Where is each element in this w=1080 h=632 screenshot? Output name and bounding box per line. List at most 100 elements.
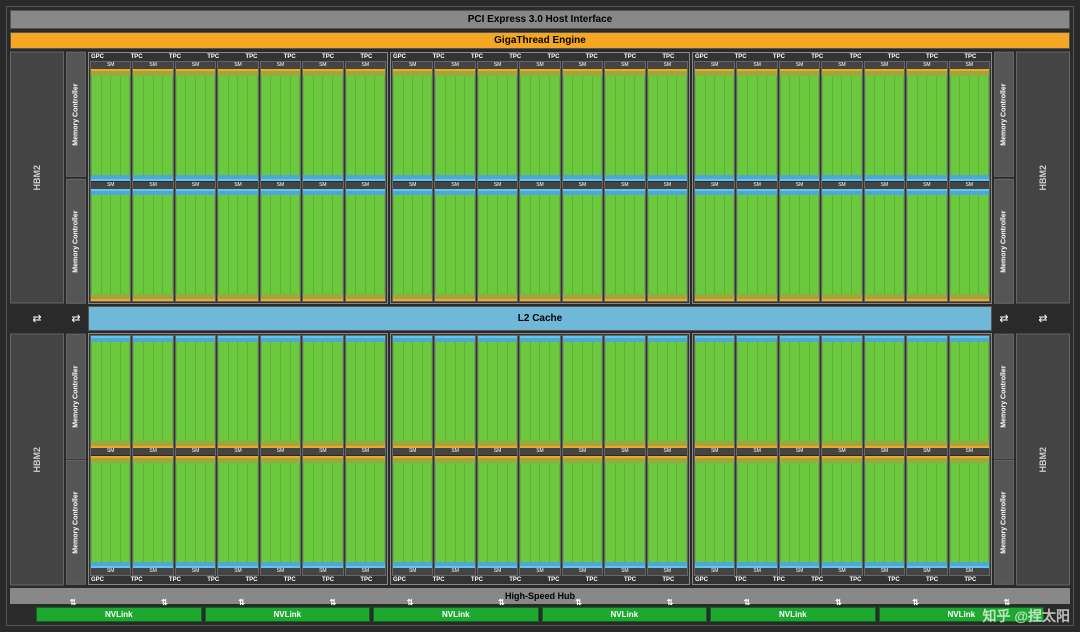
tpc-block: SMSM — [302, 335, 343, 576]
sm-cores — [865, 456, 904, 568]
sm-label: SM — [865, 568, 904, 575]
sm-block: SM — [737, 182, 776, 301]
sm-block: SM — [133, 62, 172, 181]
tpc-label: TPC — [611, 577, 648, 583]
sm-cores — [303, 69, 342, 181]
sm-label: SM — [865, 448, 904, 455]
tpc-block: SM SM — [864, 335, 905, 576]
memory-controller: Memory Controller — [66, 334, 86, 459]
sm-cores — [695, 69, 734, 181]
gpc-label: GPC — [393, 54, 419, 60]
sm-block: SM — [303, 62, 342, 181]
sm-block: SM — [865, 182, 904, 301]
sm-label: SM — [780, 62, 819, 69]
sm-block: SM — [695, 62, 734, 181]
sm-label: SM — [950, 448, 989, 455]
gpc-block: GPCTPCTPCTPCTPCTPCTPCTPCSMSMSMSMSMSMSMSM… — [390, 333, 690, 585]
sm-cores — [303, 456, 342, 568]
sm-label: SM — [435, 568, 474, 575]
tpc-block: SMSM — [217, 61, 258, 302]
gpc-block: GPCTPCTPCTPCTPCTPCTPCTPCSMSMSMSMSMSMSMSM… — [88, 52, 388, 304]
hbm-col-left: HBM2 ⇄ HBM2 — [10, 52, 64, 585]
sm-block: SM — [780, 62, 819, 181]
sm-label: SM — [435, 62, 474, 69]
arrow-icon: ⇄ — [71, 312, 80, 325]
tpc-label: TPC — [573, 54, 610, 60]
sm-block: SM — [520, 456, 559, 575]
sm-cores — [950, 189, 989, 301]
sm-block: SM — [393, 62, 432, 181]
sm-label: SM — [261, 182, 300, 189]
tpc-label: TPC — [309, 54, 346, 60]
tpc-block: SMSM — [434, 335, 475, 576]
sm-block: SM — [261, 456, 300, 575]
tpc-label: TPC — [233, 54, 270, 60]
interconnect-arrows: ⇄ — [994, 306, 1014, 332]
sm-cores — [435, 336, 474, 448]
sm-block: SM — [478, 456, 517, 575]
tpc-block: SMSM — [562, 335, 603, 576]
sm-block: SM — [563, 62, 602, 181]
sm-block: SM — [346, 456, 385, 575]
gpc-row: GPCTPCTPCTPCTPCTPCTPCTPCSMSMSMSMSMSMSMSM… — [88, 52, 992, 304]
sm-cores — [393, 189, 432, 301]
sm-block: SM — [218, 336, 257, 455]
tpc-label: TPC — [535, 577, 572, 583]
tpc-label: TPC — [420, 577, 457, 583]
sm-label: SM — [695, 62, 734, 69]
sm-block: SM — [133, 336, 172, 455]
sm-label: SM — [478, 62, 517, 69]
sm-label: SM — [737, 182, 776, 189]
memory-controller: Memory Controller — [66, 52, 86, 177]
sm-label: SM — [822, 448, 861, 455]
sm-block: SM — [520, 182, 559, 301]
nvlink-block: NVLink — [373, 607, 539, 622]
sm-label: SM — [91, 448, 130, 455]
sm-cores — [605, 189, 644, 301]
sm-block: SM — [393, 336, 432, 455]
tpc-label: TPC — [309, 577, 346, 583]
l2-cache: L2 Cache — [88, 306, 992, 331]
sm-label: SM — [648, 62, 687, 69]
sm-cores — [346, 456, 385, 568]
tpc-row: SMSMSMSMSMSMSMSMSMSMSMSMSMSM — [694, 61, 990, 302]
sm-label: SM — [520, 448, 559, 455]
sm-cores — [435, 189, 474, 301]
sm-cores — [346, 336, 385, 448]
sm-block: SM — [346, 182, 385, 301]
sm-label: SM — [393, 448, 432, 455]
tpc-block: SMSM — [392, 335, 433, 576]
sm-label: SM — [218, 568, 257, 575]
sm-block: SM — [393, 456, 432, 575]
sm-cores — [393, 69, 432, 181]
tpc-row: SMSMSMSMSMSMSMSMSMSMSMSMSMSM — [392, 335, 688, 576]
sm-cores — [218, 189, 257, 301]
sm-label: SM — [393, 62, 432, 69]
sm-label: SM — [520, 62, 559, 69]
sm-block: SM — [737, 62, 776, 181]
arrow-icon: ⇄ — [32, 312, 41, 325]
tpc-label: TPC — [722, 54, 759, 60]
sm-label: SM — [303, 182, 342, 189]
sm-cores — [478, 189, 517, 301]
sm-label: SM — [780, 568, 819, 575]
tpc-block: SMSM — [949, 61, 990, 302]
sm-cores — [695, 189, 734, 301]
sm-cores — [695, 336, 734, 448]
sm-cores — [261, 69, 300, 181]
arrow-icon: ⇄ — [1038, 312, 1047, 325]
interconnect-arrows: ⇄ — [10, 306, 64, 332]
sm-cores — [261, 456, 300, 568]
sm-label: SM — [605, 62, 644, 69]
gpc-block: GPCTPCTPCTPCTPCTPCTPCTPCSMSMSMSMSMSMSMSM… — [692, 333, 992, 585]
tpc-label: TPC — [156, 577, 193, 583]
tpc-row: SMSMSMSMSMSMSMSMSMSMSMSMSMSM — [392, 61, 688, 302]
sm-label: SM — [737, 62, 776, 69]
sm-cores — [737, 189, 776, 301]
sm-block: SM — [393, 182, 432, 301]
sm-block: SM — [435, 182, 474, 301]
tpc-block: SMSM — [821, 61, 862, 302]
sm-cores — [648, 336, 687, 448]
tpc-label: TPC — [458, 577, 495, 583]
tpc-block: SMSM — [562, 61, 603, 302]
